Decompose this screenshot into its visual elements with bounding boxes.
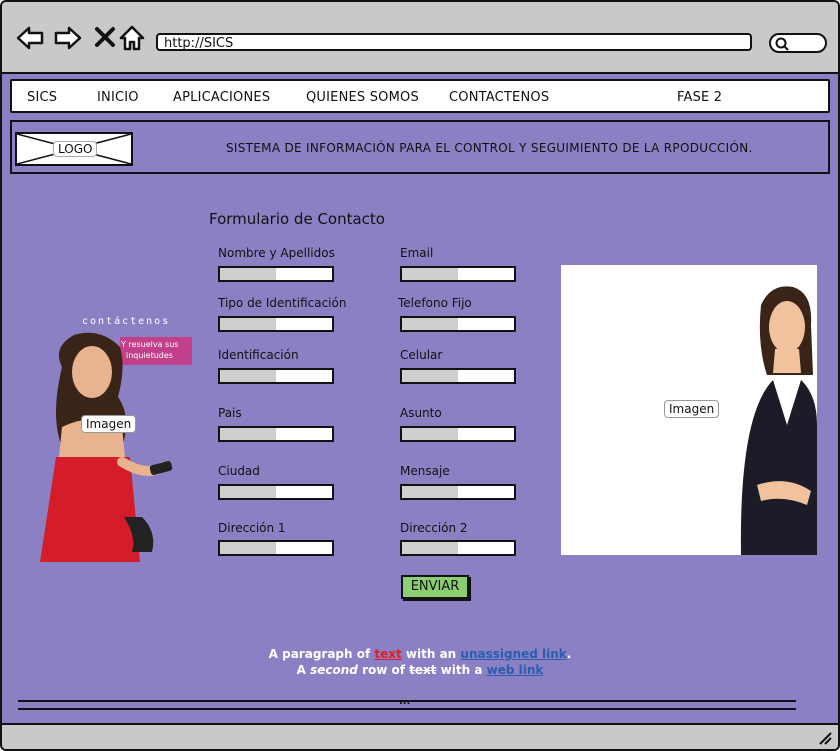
label-tipo-identificacion: Tipo de Identificación	[218, 296, 347, 310]
label-nombre: Nombre y Apellidos	[218, 246, 335, 260]
input-identificacion[interactable]	[218, 368, 334, 384]
input-ciudad[interactable]	[218, 484, 334, 500]
footer-divider-bottom	[18, 708, 796, 710]
input-celular[interactable]	[400, 368, 516, 384]
label-celular: Celular	[400, 348, 443, 362]
right-image: Imagen	[561, 265, 817, 555]
enviar-button[interactable]: ENVIAR	[401, 575, 469, 599]
footer-text-1c: with an	[401, 647, 461, 661]
footer-line-2: A second row of text with a web link	[2, 663, 838, 677]
label-mensaje: Mensaje	[400, 464, 450, 478]
search-field[interactable]	[769, 33, 827, 53]
input-nombre[interactable]	[218, 266, 334, 282]
menu-item-contactenos[interactable]: CONTACTENOS	[449, 90, 549, 105]
status-bar	[2, 723, 838, 749]
input-mensaje[interactable]	[400, 484, 516, 500]
left-contact-image: contáctenos Y resuelva sus inquietudes I…	[22, 307, 197, 572]
site-slogan: SISTEMA DE INFORMACIÓN PARA EL CONTROL Y…	[226, 141, 753, 155]
unassigned-link[interactable]: unassigned link	[460, 647, 566, 661]
forward-arrow-icon[interactable]	[54, 24, 82, 52]
site-header: LOGO SISTEMA DE INFORMACIÓN PARA EL CONT…	[10, 120, 830, 174]
label-pais: Pais	[218, 406, 242, 420]
browser-toolbar: http://SICS	[2, 2, 838, 74]
input-tipo-identificacion[interactable]	[218, 316, 334, 332]
resize-grip-icon[interactable]	[818, 731, 832, 745]
label-direccion-1: Dirección 1	[218, 521, 286, 535]
right-image-label: Imagen	[664, 400, 720, 418]
label-telefono-fijo: Telefono Fijo	[398, 296, 472, 310]
label-direccion-2: Dirección 2	[400, 521, 468, 535]
label-identificacion: Identificación	[218, 348, 299, 362]
web-link[interactable]: web link	[487, 663, 544, 677]
menu-item-quienes-somos[interactable]: QUIENES SOMOS	[306, 90, 419, 105]
footer-red-text[interactable]: text	[374, 647, 401, 661]
footer-strike-text: text	[409, 663, 437, 677]
footer-text-1a: A paragraph of	[268, 647, 375, 661]
menu-item-aplicaciones[interactable]: APLICACIONES	[173, 90, 270, 105]
input-direccion-1[interactable]	[218, 540, 334, 556]
input-asunto[interactable]	[400, 426, 516, 442]
menu-item-inicio[interactable]: INICIO	[97, 90, 139, 105]
footer-text-2e: with a	[436, 663, 487, 677]
logo-placeholder[interactable]: LOGO	[15, 132, 133, 166]
footer-text-2c: row of	[357, 663, 410, 677]
main-menu: SICS INICIO APLICACIONES QUIENES SOMOS C…	[10, 79, 830, 113]
menu-item-fase-2[interactable]: FASE 2	[677, 90, 722, 105]
input-pais[interactable]	[218, 426, 334, 442]
browser-window: http://SICS SICS INICIO APLICACIONES QUI…	[0, 0, 840, 751]
form-title: Formulario de Contacto	[209, 210, 385, 228]
input-telefono-fijo[interactable]	[400, 316, 516, 332]
footer-italic-second: second	[310, 663, 358, 677]
close-x-icon[interactable]	[92, 24, 120, 52]
label-email: Email	[400, 246, 434, 260]
input-email[interactable]	[400, 266, 516, 282]
menu-item-sics[interactable]: SICS	[27, 90, 57, 105]
back-arrow-icon[interactable]	[16, 24, 44, 52]
logo-label: LOGO	[53, 141, 98, 157]
footer-ellipsis: ...	[399, 696, 411, 707]
address-bar[interactable]: http://SICS	[156, 33, 752, 51]
banner-title: contáctenos	[82, 316, 171, 327]
footer-line-1: A paragraph of text with an unassigned l…	[2, 647, 838, 661]
footer-text-1e: .	[566, 647, 572, 661]
left-image-label: Imagen	[81, 415, 137, 433]
banner-subtitle-2: inquietudes	[126, 351, 173, 360]
input-direccion-2[interactable]	[400, 540, 516, 556]
label-ciudad: Ciudad	[218, 464, 260, 478]
banner-subtitle-1: Y resuelva sus	[121, 340, 179, 349]
home-icon[interactable]	[118, 24, 146, 52]
label-asunto: Asunto	[400, 406, 442, 420]
search-icon	[775, 37, 789, 51]
footer-text-2a: A	[296, 663, 311, 677]
